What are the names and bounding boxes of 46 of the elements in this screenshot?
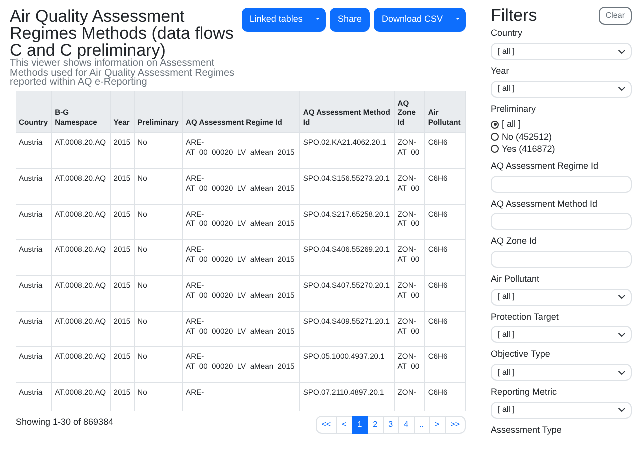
select-field[interactable]: [ all ] [491, 326, 632, 344]
filter-label: Air Pollutant [491, 274, 541, 286]
select-field[interactable]: [ all ] [491, 364, 632, 381]
radio-icon[interactable] [491, 132, 499, 141]
radio-icon[interactable] [491, 144, 499, 153]
radio-option[interactable]: [ all ] [491, 118, 632, 131]
filter-label: Country [491, 28, 524, 40]
filter-label: Reporting Metric [491, 387, 558, 399]
page-link[interactable]: << [316, 416, 338, 434]
filter-label: AQ Assessment Regime Id [491, 160, 600, 173]
page-link[interactable]: > [428, 416, 446, 434]
caret-button[interactable] [450, 8, 466, 32]
input-field[interactable] [491, 213, 632, 230]
radio-option[interactable]: No (452512) [491, 130, 632, 143]
select-field[interactable]: [ all ] [491, 80, 632, 98]
filters-title: Filters [491, 6, 538, 26]
select-field[interactable]: [ all ] [491, 43, 632, 60]
caret-button[interactable] [310, 8, 326, 32]
page-link[interactable]: .. [414, 416, 430, 434]
dropdown-button[interactable]: Download CSV [374, 8, 451, 32]
radio-label: No (452512) [502, 130, 552, 143]
page-link[interactable]: 4 [398, 416, 415, 434]
select-field[interactable]: [ all ] [491, 402, 632, 419]
page-link[interactable]: < [336, 416, 353, 434]
filter-label: AQ Zone Id [491, 236, 538, 248]
input-field[interactable] [491, 176, 632, 193]
filter-label: AQ Assessment Method Id [491, 198, 599, 210]
radio-label: [ all ] [502, 118, 522, 131]
dropdown-button[interactable]: Linked tables [242, 8, 311, 32]
page-link[interactable]: 1 [352, 416, 368, 434]
page-title: Air Quality Assessment Regimes Methods (data flows C and C preliminary) [10, 8, 235, 59]
clear-button[interactable]: Clear [598, 7, 632, 26]
radio-icon[interactable] [491, 120, 499, 129]
page-link[interactable]: >> [444, 416, 466, 434]
filter-label: Assessment Type [491, 424, 563, 436]
results-summary: Showing 1-30 of 869384 [16, 416, 114, 429]
input-field[interactable] [491, 250, 632, 268]
filter-label: Protection Target [491, 312, 560, 324]
radio-option[interactable]: Yes (416872) [491, 142, 632, 155]
filter-label: Year [491, 66, 510, 78]
page-description: This viewer shows information on Assessment Methods used for Air Quality Assessment Regimes reported within AQ e-Reporting [10, 59, 236, 88]
select-field[interactable]: [ all ] [491, 288, 632, 306]
share-button[interactable]: Share [330, 8, 370, 32]
radio-label: Yes (416872) [502, 142, 556, 155]
filter-label: Preliminary [491, 104, 538, 116]
filter-label: Objective Type [491, 349, 552, 361]
